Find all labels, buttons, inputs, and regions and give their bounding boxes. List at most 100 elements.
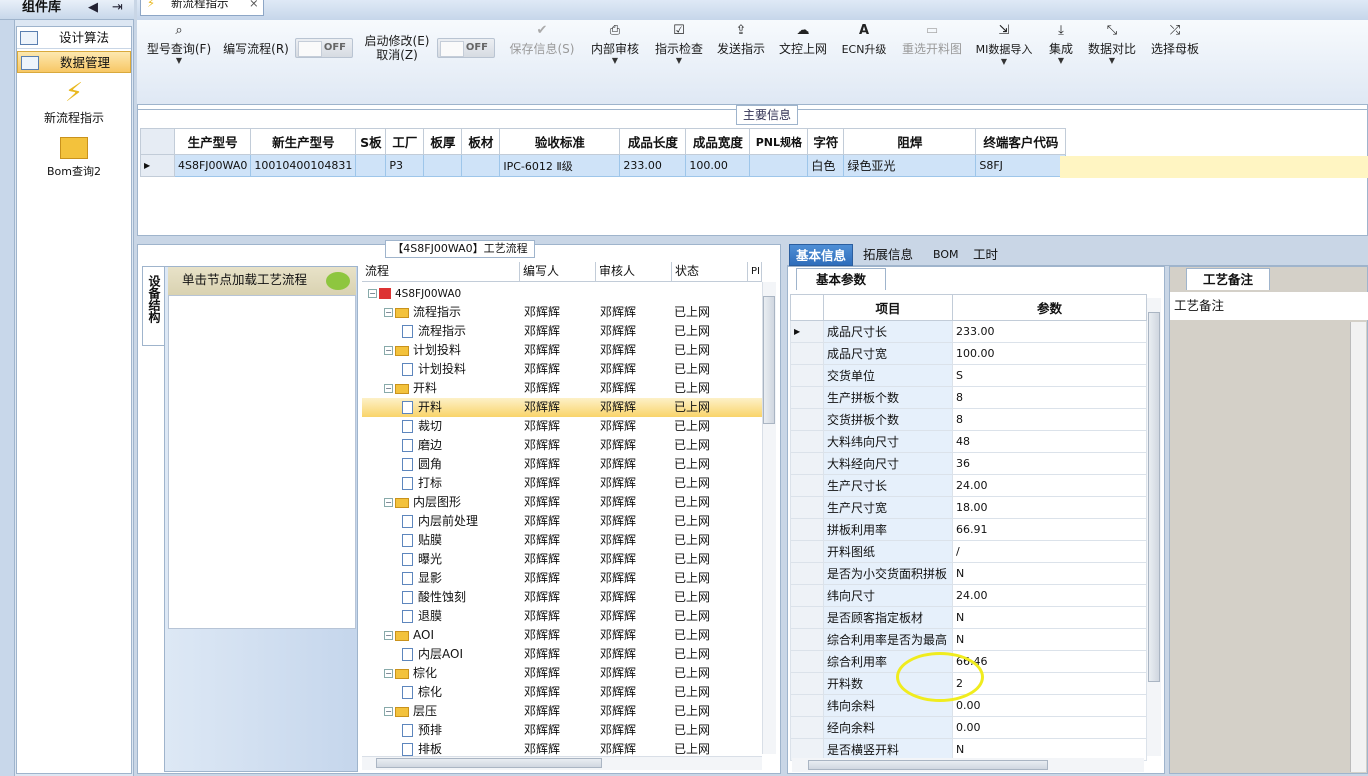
column-header[interactable]: 项目 (823, 294, 953, 321)
column-header[interactable]: 阻焊 (843, 128, 977, 155)
table-row[interactable]: 综合利用率是否为最高 N (790, 628, 1147, 651)
table-row[interactable]: 拼板利用率 66.91 (790, 518, 1147, 541)
tree-row[interactable]: − 开料 邓辉辉 邓辉辉 已上网 (362, 379, 762, 398)
table-row[interactable]: 大料纬向尺寸 48 (790, 430, 1147, 453)
column-header[interactable]: 审核人 (596, 262, 672, 282)
tree-row[interactable]: 计划投料 邓辉辉 邓辉辉 已上网 (362, 360, 762, 379)
column-header[interactable]: 编写人 (520, 262, 596, 282)
data-compare-button[interactable]: ⤡ 数据对比 ▼ (1085, 20, 1139, 92)
collapse-icon[interactable]: − (384, 631, 393, 640)
tree-row[interactable]: − 流程指示 邓辉辉 邓辉辉 已上网 (362, 303, 762, 322)
lp-item-data-management[interactable]: 数据管理 (17, 51, 131, 73)
param-value[interactable]: N (952, 606, 1147, 629)
model-query-button[interactable]: ⌕ 型号查询(F) ▼ (143, 20, 215, 92)
column-header[interactable]: 验收标准 (499, 128, 621, 155)
tree-row[interactable]: 圆角 邓辉辉 邓辉辉 已上网 (362, 455, 762, 474)
tree-row[interactable]: 开料 邓辉辉 邓辉辉 已上网 (362, 398, 762, 417)
select-motherboard-button[interactable]: ⤮ 选择母板 (1147, 20, 1203, 92)
write-flow-toggle[interactable]: OFF (295, 38, 353, 58)
table-cell[interactable] (461, 154, 501, 177)
table-cell[interactable]: 10010400104831 (250, 154, 357, 177)
param-value[interactable]: 66.91 (952, 518, 1147, 541)
table-row[interactable]: 纬向尺寸 24.00 (790, 584, 1147, 607)
param-value[interactable]: 24.00 (952, 584, 1147, 607)
tab-craft-notes[interactable]: 工艺备注 (1186, 268, 1270, 290)
param-value[interactable]: 18.00 (952, 496, 1147, 519)
internal-review-button[interactable]: ⎙ 内部审核 ▼ (585, 20, 645, 92)
tree-row[interactable]: − 棕化 邓辉辉 邓辉辉 已上网 (362, 664, 762, 683)
table-cell[interactable] (423, 154, 463, 177)
table-cell[interactable]: 4S8FJ00WA0 (173, 154, 252, 177)
param-value[interactable]: 100.00 (952, 342, 1147, 365)
tree-row[interactable]: 打标 邓辉辉 邓辉辉 已上网 (362, 474, 762, 493)
tree-row[interactable]: 退膜 邓辉辉 邓辉辉 已上网 (362, 607, 762, 626)
table-row[interactable]: 生产尺寸长 24.00 (790, 474, 1147, 497)
table-cell[interactable]: 白色 (807, 154, 845, 177)
param-value[interactable]: 0.00 (952, 716, 1147, 739)
pin-icon[interactable]: ⇥ (112, 0, 123, 16)
param-value[interactable]: 8 (952, 408, 1147, 431)
tree-row[interactable]: − 层压 邓辉辉 邓辉辉 已上网 (362, 702, 762, 721)
send-instruction-button[interactable]: ⇪ 发送指示 (713, 20, 769, 92)
column-header[interactable]: 工厂 (385, 128, 425, 155)
param-value[interactable]: S (952, 364, 1147, 387)
reselect-cut-drawing-button[interactable]: ▭ 重选开料图 (897, 20, 967, 92)
params-scroll-thumb[interactable] (1148, 312, 1160, 682)
param-value[interactable]: N (952, 562, 1147, 585)
collapse-icon[interactable]: − (368, 289, 377, 298)
column-header[interactable]: 生产型号 (173, 128, 252, 155)
tab-new-flow[interactable]: ⚡ 新流程指示 × (140, 0, 264, 16)
table-cell[interactable]: 100.00 (685, 154, 751, 177)
tree-row[interactable]: 棕化 邓辉辉 邓辉辉 已上网 (362, 683, 762, 702)
table-cell[interactable]: 233.00 (619, 154, 687, 177)
tool-new-flow[interactable]: ⚡ 新流程指示 (17, 77, 131, 126)
tree-row[interactable]: 内层AOI 邓辉辉 邓辉辉 已上网 (362, 645, 762, 664)
table-cell[interactable]: S8FJ (975, 154, 1067, 177)
table-row[interactable]: 是否顾客指定板材 N (790, 606, 1147, 629)
collapse-icon[interactable]: − (384, 308, 393, 317)
table-row[interactable]: ▶ 成品尺寸长 233.00 (790, 320, 1147, 343)
tab-bom[interactable]: BOM (927, 244, 965, 266)
collapse-icon[interactable]: − (384, 498, 393, 507)
column-header[interactable]: 终端客户代码 (975, 128, 1067, 155)
mi-data-import-button[interactable]: ⇲ MI数据导入 ▼ (971, 20, 1037, 92)
column-header[interactable]: 板厚 (423, 128, 463, 155)
tree-root[interactable]: − 4S8FJ00WA0 (362, 284, 762, 303)
table-cell[interactable] (355, 154, 387, 177)
lp-item-design-algorithm[interactable]: 设计算法 (17, 27, 131, 49)
tree-row[interactable]: 贴膜 邓辉辉 邓辉辉 已上网 (362, 531, 762, 550)
table-row[interactable]: 生产拼板个数 8 (790, 386, 1147, 409)
param-value[interactable]: 36 (952, 452, 1147, 475)
tree-row[interactable]: 流程指示 邓辉辉 邓辉辉 已上网 (362, 322, 762, 341)
table-row[interactable]: 纬向余料 0.00 (790, 694, 1147, 717)
table-row[interactable]: 交货拼板个数 8 (790, 408, 1147, 431)
table-row[interactable]: ▶ 4S8FJ00WA0 10010400104831 P3 IPC-6012 … (140, 154, 1067, 177)
table-row[interactable]: 开料图纸 / (790, 540, 1147, 563)
column-header[interactable]: PNL规格 (749, 128, 809, 155)
collapse-icon[interactable]: − (384, 707, 393, 716)
column-header[interactable]: 字符 (807, 128, 845, 155)
column-header[interactable]: PI (748, 262, 762, 282)
column-header[interactable]: 新生产型号 (250, 128, 357, 155)
table-cell[interactable]: P3 (385, 154, 425, 177)
table-row[interactable]: 生产尺寸宽 18.00 (790, 496, 1147, 519)
param-value[interactable]: N (952, 628, 1147, 651)
column-header[interactable]: 板材 (461, 128, 501, 155)
instruction-check-button[interactable]: ☑ 指示检查 ▼ (651, 20, 707, 92)
start-edit-toggle[interactable]: OFF (437, 38, 495, 58)
column-header[interactable]: 状态 (672, 262, 748, 282)
tab-extended-info[interactable]: 拓展信息 (857, 244, 919, 266)
param-value[interactable]: 0.00 (952, 694, 1147, 717)
tool-bom-query[interactable]: Bom查询2 (17, 135, 131, 179)
column-header[interactable]: 参数 (952, 294, 1147, 321)
ecn-upgrade-button[interactable]: A ECN升级 (837, 20, 891, 92)
collapse-left-icon[interactable]: ◀ (88, 0, 98, 16)
param-value[interactable]: 8 (952, 386, 1147, 409)
tree-row[interactable]: − AOI 邓辉辉 邓辉辉 已上网 (362, 626, 762, 645)
integrate-button[interactable]: ⤓ 集成 ▼ (1043, 20, 1079, 92)
table-cell[interactable] (749, 154, 809, 177)
tree-row[interactable]: 曝光 邓辉辉 邓辉辉 已上网 (362, 550, 762, 569)
tree-row[interactable]: 显影 邓辉辉 邓辉辉 已上网 (362, 569, 762, 588)
param-value[interactable]: / (952, 540, 1147, 563)
table-row[interactable]: 大料经向尺寸 36 (790, 452, 1147, 475)
